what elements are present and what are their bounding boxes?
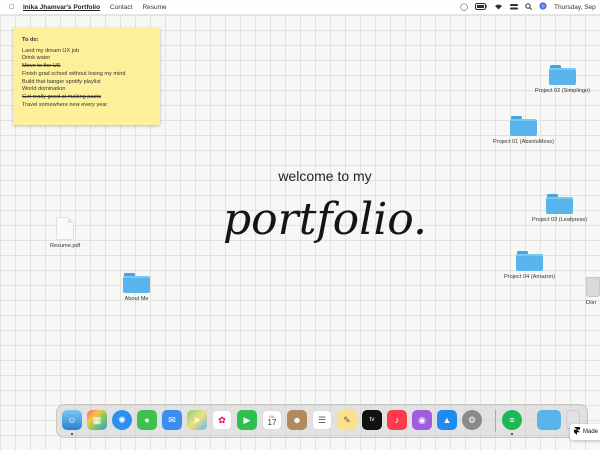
trash-icon: [586, 277, 600, 297]
messages-icon[interactable]: ●: [137, 410, 157, 430]
menu-resume[interactable]: Resume: [142, 4, 166, 11]
control-center-icon[interactable]: [510, 3, 518, 12]
focus-icon[interactable]: ◯: [460, 3, 468, 11]
todo-item: Get really good at making pasta: [22, 93, 101, 100]
finder-icon[interactable]: ☺: [62, 410, 82, 430]
folder-icon: [546, 194, 574, 214]
todo-sticky-note[interactable]: To do: Land my dream UX job Drink water …: [13, 28, 160, 125]
project-03-folder[interactable]: Project 03 (Leafpress): [532, 194, 587, 223]
running-indicator: [511, 433, 513, 435]
todo-item: World domination: [22, 86, 66, 93]
about-me-label: About Me: [124, 296, 149, 302]
calendar-icon[interactable]: JUL 17: [262, 410, 282, 430]
mail-icon[interactable]: ✉: [162, 410, 182, 430]
todo-item: Build that banger spotify playlist: [22, 78, 101, 85]
apple-tv-icon[interactable]: tv: [362, 410, 382, 430]
folder-icon: [509, 116, 537, 136]
portfolio-title[interactable]: Inika Jhamvar's Portfolio: [23, 4, 100, 11]
app-store-icon[interactable]: ▲: [437, 410, 457, 430]
status-area: ◯ Thursday, Sep: [460, 0, 600, 14]
portfolio-heading: portfolio.: [223, 194, 427, 245]
resume-label: Resume.pdf: [50, 243, 81, 249]
folder-icon[interactable]: [537, 410, 561, 430]
battery-icon[interactable]: [475, 2, 487, 12]
siri-icon[interactable]: [539, 2, 547, 12]
notes-icon[interactable]: ✎: [337, 410, 357, 430]
project-04-label: Project 04 (Amazon): [504, 274, 555, 280]
clock[interactable]: Thursday, Sep: [554, 4, 600, 11]
document-icon: [56, 217, 75, 240]
welcome-text: welcome to my: [278, 168, 372, 184]
todo-item: Drink water: [22, 55, 51, 62]
maps-icon[interactable]: ➤: [187, 410, 207, 430]
todo-item: Move to the US: [22, 63, 61, 70]
launchpad-icon[interactable]: ▦: [87, 410, 107, 430]
dock: ☺ ▦ ✺ ● ✉ ➤ ✿ ▶ JUL 17 ☻ ☰ ✎ tv ♪ ◉ ▲ ⚙ …: [56, 404, 588, 438]
project-04-folder[interactable]: Project 04 (Amazon): [504, 251, 555, 280]
dock-separator: [495, 410, 496, 432]
resume-file[interactable]: Resume.pdf: [50, 217, 80, 249]
apple-icon[interactable]: : [9, 4, 15, 11]
system-settings-icon[interactable]: ⚙: [462, 410, 482, 430]
reminders-icon[interactable]: ☰: [312, 410, 332, 430]
folder-icon: [549, 65, 577, 85]
framer-icon: [574, 427, 580, 437]
about-me-folder[interactable]: About Me: [123, 273, 150, 302]
facetime-icon[interactable]: ▶: [237, 410, 257, 430]
music-icon[interactable]: ♪: [387, 410, 407, 430]
made-with-badge[interactable]: Made: [570, 424, 600, 440]
badge-label: Made: [583, 429, 599, 435]
safari-icon[interactable]: ✺: [112, 410, 132, 430]
tv-label: tv: [369, 417, 375, 423]
photos-icon[interactable]: ✿: [212, 410, 232, 430]
menu-contact[interactable]: Contact: [110, 4, 132, 11]
calendar-day: 17: [267, 417, 277, 427]
folder-icon: [516, 251, 543, 271]
note-title: To do:: [22, 37, 39, 43]
project-01-folder[interactable]: Project 01 (AbsoluMess): [493, 116, 554, 145]
project-02-label: Project 02 (Simplingo): [535, 88, 591, 94]
project-01-label: Project 01 (AbsoluMess): [493, 139, 554, 145]
folder-icon: [123, 273, 150, 293]
menu-bar:  Inika Jhamvar's Portfolio Contact Resu…: [0, 0, 600, 15]
project-03-label: Project 03 (Leafpress): [532, 217, 588, 223]
running-indicator: [71, 433, 73, 435]
todo-item: Finish grad school without losing my min…: [22, 70, 126, 77]
project-02-folder[interactable]: Project 02 (Simplingo): [535, 65, 590, 94]
contacts-icon[interactable]: ☻: [287, 410, 307, 430]
trash-item[interactable]: Don: [586, 277, 600, 306]
podcasts-icon[interactable]: ◉: [412, 410, 432, 430]
trash-label: Don: [586, 300, 597, 306]
spotify-icon[interactable]: ≡: [502, 410, 522, 430]
todo-item: Land my dream UX job: [22, 47, 80, 54]
search-icon[interactable]: [525, 2, 532, 12]
todo-item: Travel somewhere new every year: [22, 101, 108, 108]
wifi-icon[interactable]: [494, 3, 503, 12]
